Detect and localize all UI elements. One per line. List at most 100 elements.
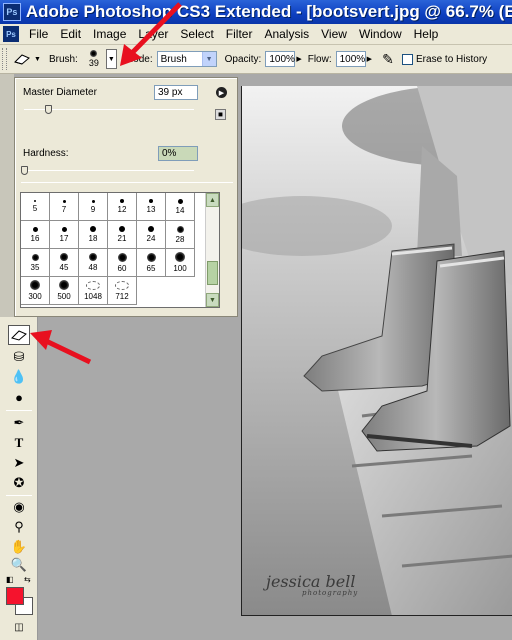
brush-tip-icon [59, 280, 69, 290]
brush-preset-size: 100 [173, 264, 187, 273]
flow-slider-icon[interactable]: ▶ [367, 55, 372, 63]
options-grip[interactable] [2, 48, 7, 70]
brush-preset-size: 13 [146, 205, 156, 214]
brush-preset-size: 7 [61, 204, 67, 214]
foreground-color-swatch[interactable] [6, 587, 24, 605]
brush-preview[interactable]: 39 [84, 46, 104, 72]
annotation-arrow-toolbox [30, 330, 92, 365]
brush-preset-100[interactable]: 100 [166, 249, 195, 277]
ps-menu-icon[interactable]: Ps [3, 26, 19, 42]
menu-file[interactable]: File [23, 24, 54, 44]
master-diameter-label: Master Diameter [23, 87, 97, 98]
brush-label: Brush: [48, 53, 78, 65]
path-selection-tool-icon[interactable]: ➤ [8, 453, 30, 473]
hardness-slider-thumb[interactable] [21, 166, 28, 175]
brush-tip-icon [91, 199, 95, 203]
airbrush-icon[interactable]: ✎ [378, 49, 398, 69]
eraser-preset-icon[interactable] [11, 49, 33, 69]
panel-edge [0, 74, 14, 317]
preset-chevron-down-icon[interactable]: ▼ [34, 56, 41, 63]
menu-window[interactable]: Window [353, 24, 408, 44]
brush-preset-size: 24 [146, 234, 156, 243]
brush-preset-1048[interactable]: 1048 [79, 277, 108, 305]
brush-preset-60[interactable]: 60 [108, 249, 137, 277]
brush-preset-24[interactable]: 24 [137, 221, 166, 249]
menu-filter[interactable]: Filter [220, 24, 259, 44]
brush-preset-300[interactable]: 300 [21, 277, 50, 305]
master-diameter-field[interactable]: 39 px [154, 85, 198, 100]
brush-preset-21[interactable]: 21 [108, 221, 137, 249]
flow-label: Flow: [307, 53, 332, 65]
3d-rotate-tool-icon[interactable]: ◉ [8, 497, 30, 517]
hardness-label: Hardness: [23, 148, 69, 159]
opacity-field[interactable]: 100% [265, 51, 296, 67]
dodge-tool-icon[interactable]: ● [8, 387, 30, 407]
scroll-down-icon[interactable]: ▼ [206, 293, 219, 307]
brush-preset-45[interactable]: 45 [50, 249, 79, 277]
zoom-tool-icon[interactable]: 🔍 [8, 555, 30, 575]
save-preset-icon[interactable]: ◼ [215, 109, 226, 120]
brush-preset-28[interactable]: 28 [166, 221, 195, 249]
brush-tip-icon [86, 280, 100, 290]
master-diameter-slider-thumb[interactable] [44, 105, 52, 114]
menu-help[interactable]: Help [408, 24, 445, 44]
watermark-subtitle: photography [302, 589, 359, 597]
brush-preset-size: 60 [117, 263, 127, 273]
annotation-arrow-top [120, 2, 182, 66]
brush-tip-icon [177, 198, 183, 204]
menu-view[interactable]: View [315, 24, 353, 44]
default-colors-icon[interactable]: ◧ [6, 575, 14, 584]
brush-preset-35[interactable]: 35 [21, 249, 50, 277]
palette-menu-icon[interactable]: ▶ [216, 87, 227, 98]
brush-tip-icon [149, 199, 153, 203]
menu-analysis[interactable]: Analysis [258, 24, 315, 44]
brush-preset-65[interactable]: 65 [137, 249, 166, 277]
brush-preset-5[interactable]: 5 [21, 193, 50, 221]
brush-preset-17[interactable]: 17 [50, 221, 79, 249]
brush-tip-icon [34, 200, 36, 202]
brush-tip-icon [120, 199, 124, 203]
brush-tip-icon [32, 226, 38, 232]
pen-tool-icon[interactable]: ✒ [8, 413, 30, 433]
menu-edit[interactable]: Edit [54, 24, 87, 44]
brush-tip-icon [90, 226, 96, 232]
brush-preset-712[interactable]: 712 [108, 277, 137, 305]
brush-preset-size: 18 [88, 234, 98, 243]
brush-preset-grid: 5 7 9 12 13 14 16 17 18 21 24 28 35 45 48 60 65 100 300 500… [21, 193, 219, 305]
toolbox-divider [6, 410, 32, 411]
opacity-slider-icon[interactable]: ▶ [296, 55, 301, 63]
brush-preset-size: 712 [115, 291, 129, 301]
brush-preset-size: 1048 [84, 291, 102, 301]
document-canvas[interactable]: jessica bell photography [241, 86, 512, 616]
erase-to-history-checkbox[interactable] [402, 53, 414, 65]
type-tool-icon[interactable]: T [8, 433, 30, 453]
swap-colors-icon[interactable]: ⇆ [24, 575, 31, 584]
hand-tool-icon[interactable]: ✋ [8, 537, 30, 557]
custom-shape-tool-icon[interactable]: ✪ [8, 473, 30, 493]
mode-chevron-down-icon[interactable]: ▼ [201, 52, 216, 66]
hardness-track[interactable] [24, 170, 194, 171]
hardness-field[interactable]: 0% [158, 146, 198, 161]
brush-preset-size: 5 [32, 204, 38, 213]
brush-preset-13[interactable]: 13 [137, 193, 166, 221]
preset-scrollbar[interactable]: ▲ ▼ [205, 193, 219, 307]
flow-field[interactable]: 100% [335, 51, 366, 67]
title-bar: Ps Adobe Photoshop CS3 Extended - [boots… [0, 0, 512, 24]
photoshop-app-icon[interactable]: Ps [3, 3, 21, 21]
brush-preset-16[interactable]: 16 [21, 221, 50, 249]
brush-preset-size: 9 [90, 204, 96, 214]
brush-preset-14[interactable]: 14 [166, 193, 195, 221]
brush-tip-icon [175, 252, 185, 262]
brush-preset-9[interactable]: 9 [79, 193, 108, 221]
brush-preset-48[interactable]: 48 [79, 249, 108, 277]
scroll-thumb[interactable] [207, 261, 218, 285]
eyedropper-tool-icon[interactable]: ⚲ [8, 517, 30, 537]
brush-preset-12[interactable]: 12 [108, 193, 137, 221]
quick-mask-icon[interactable]: ◫ [8, 617, 30, 637]
blur-tool-icon[interactable]: 💧 [8, 367, 30, 387]
scroll-up-icon[interactable]: ▲ [206, 193, 219, 207]
brush-preset-18[interactable]: 18 [79, 221, 108, 249]
toolbox-divider [6, 495, 32, 496]
brush-preset-500[interactable]: 500 [50, 277, 79, 305]
brush-preset-7[interactable]: 7 [50, 193, 79, 221]
